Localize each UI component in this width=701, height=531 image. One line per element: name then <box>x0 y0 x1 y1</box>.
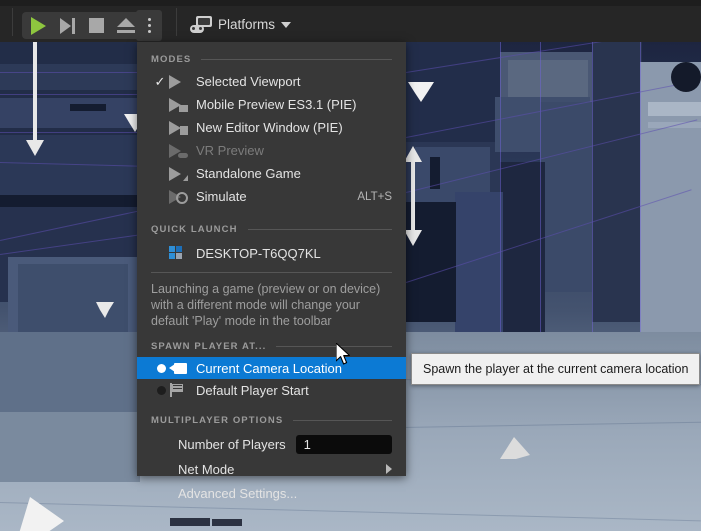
submenu-arrow-icon <box>386 464 392 474</box>
check-icon: ✓ <box>151 74 169 90</box>
menu-item-label: VR Preview <box>196 143 392 158</box>
menu-item-mobile-preview[interactable]: Mobile Preview ES3.1 (PIE) <box>137 93 406 116</box>
platforms-button[interactable]: Platforms <box>190 12 291 36</box>
section-header-multiplayer: MULTIPLAYER OPTIONS <box>137 409 406 431</box>
play-vr-icon <box>169 144 196 158</box>
camera-icon <box>169 363 196 374</box>
play-button[interactable] <box>24 13 53 38</box>
menu-item-selected-viewport[interactable]: ✓ Selected Viewport <box>137 70 406 93</box>
kebab-dot-icon <box>148 30 151 33</box>
play-options-button[interactable] <box>136 10 162 41</box>
section-rule <box>293 420 392 421</box>
menu-item-label: Standalone Game <box>196 166 392 181</box>
section-label: MULTIPLAYER OPTIONS <box>151 415 283 426</box>
menu-item-net-mode[interactable]: Net Mode <box>137 457 406 481</box>
main-toolbar: Platforms <box>0 0 701 42</box>
section-label: QUICK LAUNCH <box>151 224 238 235</box>
platforms-icon <box>190 16 212 33</box>
viewport-gizmo <box>96 302 118 320</box>
play-controls-group <box>22 12 142 39</box>
menu-item-standalone-game[interactable]: Standalone Game <box>137 162 406 185</box>
play-mobile-icon <box>169 98 196 112</box>
eject-icon <box>117 18 135 33</box>
number-of-players-label: Number of Players <box>178 437 286 452</box>
stop-button[interactable] <box>82 13 111 38</box>
menu-item-label: Mobile Preview ES3.1 (PIE) <box>196 97 392 112</box>
menu-item-default-player-start[interactable]: Default Player Start <box>137 379 406 401</box>
play-standalone-icon <box>169 167 196 181</box>
menu-item-shortcut: ALT+S <box>357 191 392 203</box>
viewport-gizmo <box>500 437 522 455</box>
menu-item-label: Net Mode <box>178 462 386 477</box>
radio-selected-icon <box>151 364 169 373</box>
step-button[interactable] <box>53 13 82 38</box>
play-window-icon <box>169 121 196 135</box>
menu-item-label: Default Player Start <box>196 383 392 398</box>
flag-icon <box>169 383 196 397</box>
section-header-spawn: SPAWN PLAYER AT... <box>137 335 406 357</box>
viewport-gizmo <box>18 497 40 515</box>
kebab-dot-icon <box>148 24 151 27</box>
section-label: SPAWN PLAYER AT... <box>151 341 266 352</box>
kebab-dot-icon <box>148 18 151 21</box>
menu-item-label: Advanced Settings... <box>178 486 392 501</box>
section-rule <box>248 229 392 230</box>
toolbar-divider <box>12 8 13 36</box>
menu-item-label: New Editor Window (PIE) <box>196 120 392 135</box>
menu-item-desktop-device[interactable]: DESKTOP-T6QQ7KL <box>137 240 406 266</box>
menu-item-current-camera-location[interactable]: Current Camera Location <box>137 357 406 379</box>
menu-item-label: Simulate <box>196 189 357 204</box>
viewport-gizmo <box>408 82 430 100</box>
play-icon <box>31 17 46 35</box>
menu-item-advanced-settings[interactable]: Advanced Settings... <box>137 481 406 505</box>
section-header-modes: MODES <box>137 48 406 70</box>
windows-icon <box>169 246 196 260</box>
section-rule <box>276 346 392 347</box>
menu-item-label: Selected Viewport <box>196 74 392 89</box>
section-rule <box>201 59 392 60</box>
menu-note-text: Launching a game (preview or on device) … <box>137 273 406 333</box>
mouse-cursor <box>336 343 352 366</box>
chevron-down-icon <box>281 22 291 28</box>
section-header-quick-launch: QUICK LAUNCH <box>137 218 406 240</box>
menu-item-vr-preview[interactable]: VR Preview <box>137 139 406 162</box>
play-simulate-icon <box>169 190 196 204</box>
menu-item-new-editor-window[interactable]: New Editor Window (PIE) <box>137 116 406 139</box>
step-icon <box>60 18 75 34</box>
menu-item-label: Current Camera Location <box>196 361 392 376</box>
toolbar-divider <box>176 8 177 36</box>
toolbar-top-strip <box>0 0 701 6</box>
stop-icon <box>89 18 104 33</box>
number-of-players-row: Number of Players 1 <box>137 431 406 457</box>
play-options-menu: MODES ✓ Selected Viewport Mobile Preview… <box>137 42 406 476</box>
menu-item-simulate[interactable]: Simulate ALT+S <box>137 185 406 208</box>
app-root: Platforms MODES ✓ Selected Viewport Mobi… <box>0 0 701 531</box>
play-icon <box>169 75 196 89</box>
section-label: MODES <box>151 54 191 65</box>
tooltip: Spawn the player at the current camera l… <box>411 353 700 385</box>
menu-item-label: DESKTOP-T6QQ7KL <box>196 246 392 261</box>
platforms-label: Platforms <box>218 17 275 32</box>
number-of-players-input[interactable]: 1 <box>296 435 392 454</box>
radio-unselected-icon <box>151 386 169 395</box>
